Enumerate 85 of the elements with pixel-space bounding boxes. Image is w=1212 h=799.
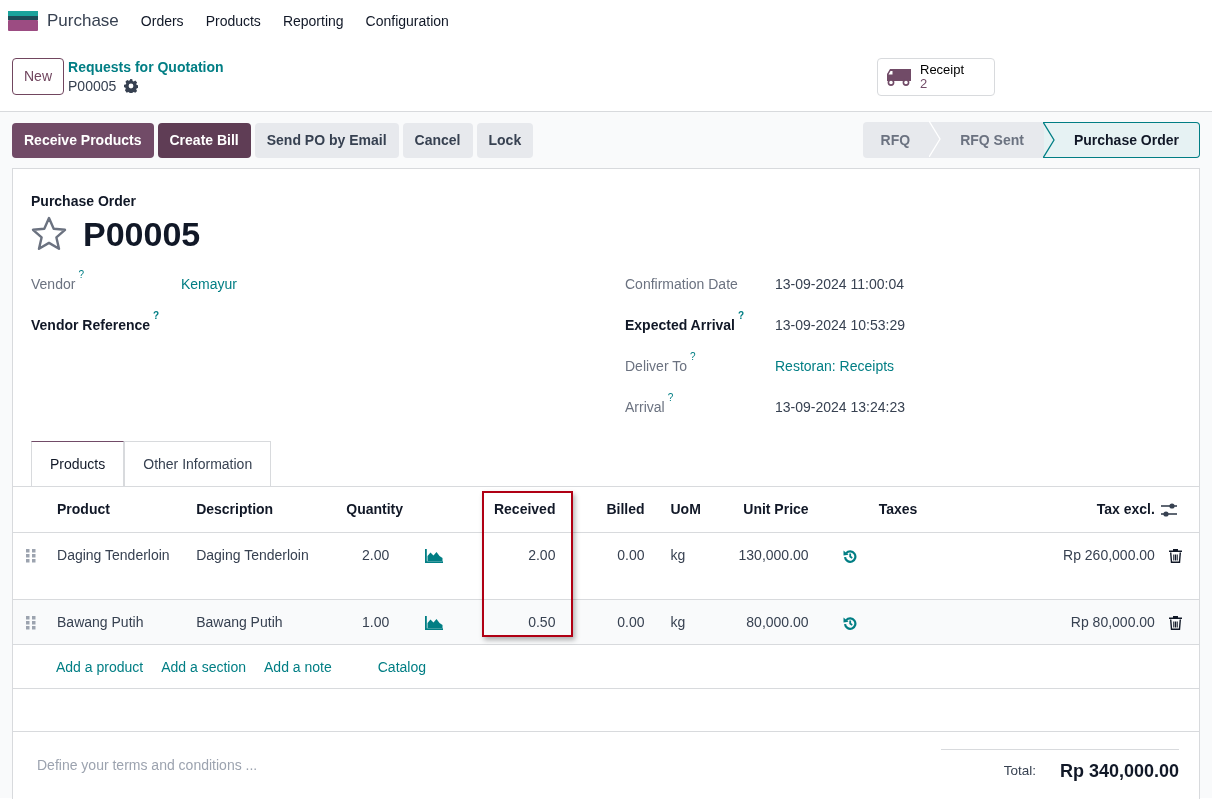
app-logo-icon [8,11,38,31]
field-label: Arrival [625,399,665,415]
app-name[interactable]: Purchase [47,8,119,34]
tab[interactable]: Other Information [124,441,272,487]
table-cell: 2.00 [528,547,556,563]
table-cell: kg [670,614,686,630]
trash-icon[interactable] [1168,616,1182,631]
menu-item[interactable]: Reporting [282,10,344,32]
chevron-icon [1042,122,1055,158]
menu-item[interactable]: Orders [140,10,184,32]
table-cell: Bawang Putih [196,614,283,630]
field-link[interactable]: Restoran: Receipts [775,356,895,377]
table-cell: 80,000.00 [746,614,809,630]
tab[interactable]: Products [31,441,125,487]
add-line-link[interactable]: Add a product [56,657,144,678]
column-header[interactable]: UoM [670,501,701,517]
help-mark[interactable]: ? [690,351,696,363]
total-amount: Rp 340,000.00 [1059,760,1179,783]
history-icon[interactable] [842,549,857,564]
table-cell: Daging Tenderloin [196,547,309,563]
table-cell: 130,000.00 [738,547,809,563]
truck-icon [886,67,912,86]
action-button[interactable]: Create Bill [157,122,251,158]
drag-handle-icon [26,616,36,631]
column-header[interactable]: Tax excl. [1096,501,1155,517]
column-header[interactable]: Received [493,501,556,517]
drag-handle-icon [26,549,36,564]
field-value: 13-09-2024 10:53:29 [775,316,905,335]
form-subtitle: Purchase Order [31,192,138,211]
table-cell: Daging Tenderloin [57,547,170,563]
column-header[interactable]: Quantity [346,501,404,517]
action-button[interactable]: Lock [476,122,534,158]
table-cell: kg [670,547,686,563]
help-mark[interactable]: ? [667,392,674,404]
column-header[interactable]: Product [57,501,110,517]
menu-item[interactable]: Products [205,10,261,32]
column-settings-icon[interactable] [1159,502,1178,519]
table-cell: 1.00 [362,614,390,630]
field-label: Deliver To [625,358,687,374]
table-cell: Rp 260,000.00 [1063,547,1155,563]
table-cell: Bawang Putih [57,614,144,630]
column-header[interactable]: Taxes [878,501,918,517]
record-name: P00005 [68,76,117,95]
forecast-chart-icon[interactable] [425,616,444,631]
column-header[interactable]: Unit Price [743,501,809,517]
breadcrumb-link[interactable]: Requests for Quotation [68,58,224,77]
table-cell: 0.00 [617,614,645,630]
field-value: 13-09-2024 11:00:04 [775,275,904,294]
receipt-count: 2 [920,76,928,91]
table-cell: 2.00 [362,547,390,563]
add-line-link[interactable]: Add a note [264,657,332,678]
chevron-icon [929,121,942,157]
star-icon[interactable] [31,216,67,252]
help-mark[interactable]: ? [738,310,745,322]
help-mark[interactable]: ? [153,310,160,322]
field-label: Confirmation Date [625,276,738,292]
add-line-link[interactable]: Add a section [161,657,246,678]
status-stage[interactable]: RFQ [862,122,931,158]
forecast-chart-icon[interactable] [425,549,444,564]
help-mark[interactable]: ? [78,269,84,281]
field-label: Vendor [31,276,76,292]
field-value: 13-09-2024 13:24:23 [775,398,905,417]
column-header[interactable]: Billed [606,501,645,517]
record-title: P00005 [83,217,201,251]
status-stage[interactable]: RFQ Sent [930,122,1044,158]
field-label: Vendor Reference [31,317,151,333]
history-icon[interactable] [842,616,857,631]
action-button[interactable]: Cancel [402,122,473,158]
field-label: Expected Arrival [625,317,735,333]
add-line-link[interactable]: Catalog [377,657,426,678]
table-cell: 0.00 [617,547,645,563]
table-cell: Rp 80,000.00 [1070,614,1155,630]
menu-item[interactable]: Configuration [365,10,449,32]
table-cell: 0.50 [528,614,556,630]
column-header[interactable]: Description [196,501,274,517]
action-button[interactable]: Send PO by Email [254,122,399,158]
total-label: Total: [1003,762,1036,781]
receipt-smart-button[interactable]: Receipt 2 [877,57,995,96]
status-stage[interactable]: Purchase Order [1043,122,1200,158]
gear-icon[interactable] [124,78,139,93]
smart-button-label: Receipt [920,62,965,77]
field-link[interactable]: Kemayur [181,274,238,295]
action-button[interactable]: Receive Products [12,122,154,158]
new-button[interactable]: New [12,58,64,95]
trash-icon[interactable] [1168,549,1182,564]
